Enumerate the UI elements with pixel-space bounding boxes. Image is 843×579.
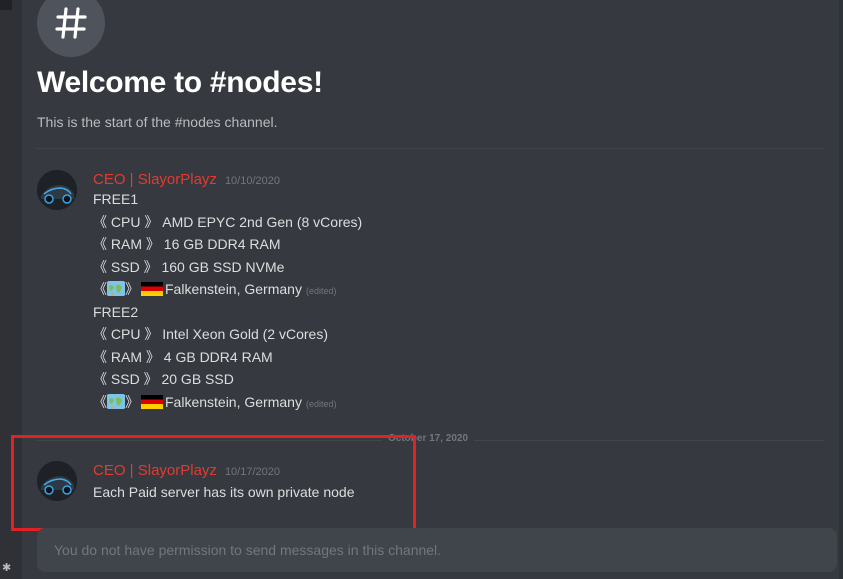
spec-value: Intel Xeon Gold (2 vCores) [162,326,328,342]
edited-label: (edited) [305,398,337,409]
composer-placeholder: You do not have permission to send messa… [54,542,442,558]
bracket-left: 《 [93,236,107,252]
bracket-right: 》 [145,236,160,252]
spec-tag: CPU [107,326,145,342]
spec-value: AMD EPYC 2nd Gen (8 vCores) [162,213,363,230]
bracket-right: 》 [144,326,159,342]
plan-name: FREE2 [93,303,139,320]
spec-tag: SSD [107,371,144,387]
spec-value: 160 GB SSD NVMe [161,258,285,275]
bracket-right: 》 [144,213,159,230]
spec-line-cpu: 《 CPU 》 Intel Xeon Gold (2 vCores) [93,323,362,346]
channel-welcome-title: Welcome to #nodes! [37,66,323,99]
bracket-right: 》 [125,281,139,297]
spec-value: Falkenstein, Germany [165,281,302,297]
edited-label: (edited) [305,286,337,296]
bracket-right: 》 [125,393,139,410]
bracket-right: 》 [143,258,158,275]
message-author[interactable]: CEO | SlayorPlayz [93,171,217,188]
message-composer-disabled: You do not have permission to send messa… [37,528,837,572]
spec-tag: CPU [107,213,145,230]
spec-value: 4 GB DDR4 RAM [163,348,273,365]
bracket-right: 》 [145,348,160,365]
spec-line-ssd: 《 SSD 》 160 GB SSD NVMe [93,256,362,279]
spec-line-cpu: 《 CPU 》 AMD EPYC 2nd Gen (8 vCores) [93,211,362,234]
message-line: FREE1 [93,188,362,211]
bracket-left: 《 [93,281,107,297]
bracket-left: 《 [93,348,107,365]
spec-value: 16 GB DDR4 RAM [163,236,281,252]
spec-value: Falkenstein, Germany [165,393,302,410]
user-avatar[interactable] [37,170,77,210]
highlight-annotation-box [11,435,416,531]
hash-icon [37,0,105,57]
settings-gear-icon[interactable]: ✱ [2,563,12,574]
spec-line-ram: 《 RAM 》 16 GB DDR4 RAM [93,233,362,256]
divider [37,148,824,149]
spec-line-location: 《 》 Falkenstein, Germany (edited) [93,391,362,414]
bracket-left: 《 [93,371,107,387]
message-timestamp: 10/10/2020 [224,175,280,187]
spec-tag: SSD [107,258,144,275]
flag-germany-icon[interactable] [141,394,163,409]
spec-tag: RAM [107,348,146,365]
spec-value: 20 GB SSD [161,371,234,387]
plan-name: FREE1 [93,191,139,207]
bracket-left: 《 [93,326,107,342]
flag-germany-icon[interactable] [141,282,163,296]
bracket-left: 《 [93,393,107,410]
channel-welcome-subtitle: This is the start of the #nodes channel. [37,114,278,130]
spec-line-ssd: 《 SSD 》 20 GB SSD [93,368,362,391]
spec-line-ram: 《 RAM 》 4 GB DDR4 RAM [93,346,362,369]
bracket-left: 《 [93,213,107,230]
message-content: FREE1 《 CPU 》 AMD EPYC 2nd Gen (8 vCores… [93,188,362,413]
scrollbar[interactable] [839,0,843,579]
world-map-emoji-icon[interactable] [107,281,125,296]
message-header: CEO | SlayorPlayz 10/10/2020 [93,171,280,188]
sidebar-nub [0,0,12,10]
bracket-left: 《 [93,258,107,275]
world-map-emoji-icon[interactable] [107,393,125,409]
message-line: FREE2 [93,301,362,324]
spec-line-location: 《 》 Falkenstein, Germany (edited) [93,278,362,301]
bracket-right: 》 [143,371,158,387]
spec-tag: RAM [107,236,146,252]
